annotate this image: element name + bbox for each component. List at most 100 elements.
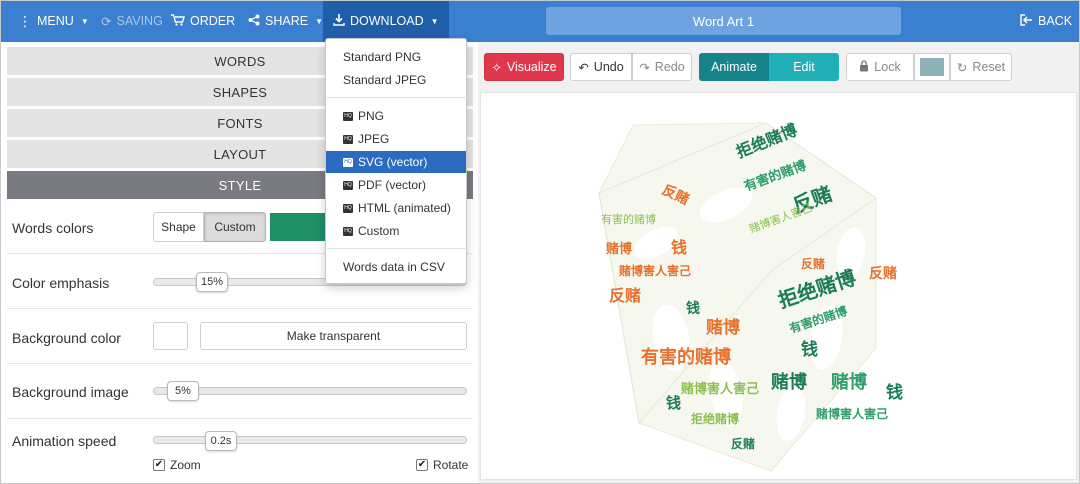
animation-speed-label: Animation speed [12,433,117,449]
share-icon [248,14,260,29]
hq-badge-icon: HQ [343,226,353,236]
slider-value: 0.2s [210,435,232,447]
download-label: DOWNLOAD [350,14,424,28]
cloud-word: 钱 [686,300,700,316]
menu-item-label: JPEG [358,132,390,146]
hq-badge-icon: HQ [343,157,353,167]
cloud-word: 钱 [801,339,818,359]
vertical-dots-icon: ⋮ [18,12,32,29]
cart-icon [171,13,185,29]
caret-down-icon: ▼ [430,16,439,26]
accordion-label: STYLE [218,177,262,193]
download-icon [333,13,345,29]
checkbox-checked-icon: ✔ [416,459,428,471]
redo-button[interactable]: ↷ Redo [632,53,692,81]
words-colors-shape-button[interactable]: Shape [153,212,204,242]
reset-button[interactable]: ↻ Reset [950,53,1012,81]
background-color-label: Background color [12,330,121,346]
cloud-word: 有害的赌博 [641,346,731,367]
cloud-word: 赌博 [770,371,807,392]
artwork-title-input[interactable]: Word Art 1 [546,7,901,35]
order-button[interactable]: ORDER [171,0,235,42]
slider-value: 15% [200,276,224,288]
zoom-checkbox[interactable]: ✔ Zoom [153,458,201,472]
animation-speed-slider[interactable] [153,436,467,444]
menu-item-label: Standard PNG [343,50,422,64]
sign-out-icon [1020,13,1033,29]
menu-item-label: Standard JPEG [343,73,427,87]
color-emphasis-label: Color emphasis [12,275,110,291]
hq-badge-icon: HQ [343,203,353,213]
menu-item-label: SVG (vector) [358,155,428,169]
menu-item-hq-jpeg[interactable]: HQ JPEG [326,128,466,150]
accordion-label: LAYOUT [213,146,267,162]
lock-button[interactable]: Lock [846,53,914,81]
animate-button[interactable]: Animate [699,53,769,81]
cloud-word: 赌博 [830,371,867,392]
rotate-checkbox[interactable]: ✔ Rotate [416,458,468,472]
hq-badge-icon: HQ [343,134,353,144]
download-button[interactable]: DOWNLOAD ▼ [323,0,449,42]
button-label: Shape [161,220,196,234]
menu-button[interactable]: ⋮ MENU ▼ [18,0,89,42]
menu-item-standard-png[interactable]: Standard PNG [326,46,466,68]
magic-wand-icon: ✧ [491,60,502,75]
accordion-label: SHAPES [212,84,268,100]
divider [7,363,473,364]
button-label: Edit [793,60,815,74]
button-label: Redo [654,60,685,74]
cloud-word: 赌博 [605,241,632,256]
button-label: Undo [593,60,624,74]
menu-item-csv[interactable]: Words data in CSV [326,256,466,278]
background-color-swatch[interactable] [153,322,188,350]
background-image-handle[interactable]: 5% [167,381,199,401]
refresh-icon: ↻ [956,60,968,75]
menu-item-standard-jpeg[interactable]: Standard JPEG [326,69,466,91]
saving-label: SAVING [116,14,163,28]
menu-item-svg[interactable]: HQ SVG (vector) [326,151,466,173]
make-transparent-button[interactable]: Make transparent [200,322,467,350]
button-label: Animate [711,60,757,74]
back-button[interactable]: BACK [1020,0,1072,42]
cloud-word: 赌博害人害己 [680,381,759,396]
caret-down-icon: ▼ [315,16,323,26]
sync-icon: ⟳ [101,14,112,29]
visualize-button[interactable]: ✧ Visualize [484,53,564,81]
menu-divider [327,248,467,249]
divider [7,418,473,419]
menu-item-label: PNG [358,109,385,123]
menu-item-custom[interactable]: HQ Custom [326,220,466,242]
undo-button[interactable]: ↶ Undo [570,53,632,81]
artwork-title: Word Art 1 [692,13,755,29]
color-emphasis-handle[interactable]: 15% [196,272,228,292]
menu-item-pdf[interactable]: HQ PDF (vector) [326,174,466,196]
lock-color-button[interactable] [914,53,950,81]
word-art-canvas[interactable]: 拒绝赌博 有害的赌博 反赌 反赌 赌博 钱 赌博害人害己 反赌 赌博 有害的赌博… [480,92,1077,480]
edit-button[interactable]: Edit [769,53,839,81]
slider-value: 5% [175,385,191,397]
cloud-word: 反赌 [801,256,825,271]
animation-speed-handle[interactable]: 0.2s [205,431,237,451]
words-color-swatch[interactable] [270,213,330,241]
download-dropdown-menu: Standard PNG Standard JPEG HQ PNG HQ JPEG … [325,38,467,284]
checkbox-label: Zoom [170,458,201,472]
caret-down-icon: ▼ [80,16,89,26]
hq-badge-icon: HQ [343,111,353,121]
divider [7,308,473,309]
share-button[interactable]: SHARE ▼ [248,0,323,42]
menu-item-hq-png[interactable]: HQ PNG [326,105,466,127]
button-label: Make transparent [286,329,381,343]
cloud-word: 有害的赌博 [601,212,656,226]
saving-indicator: ⟳ SAVING [101,0,163,42]
background-image-slider[interactable] [153,387,467,395]
cloud-word: 反赌 [731,436,755,451]
cloud-word: 赌博害人害己 [618,263,691,278]
cloud-word: 反赌 [869,265,897,281]
words-colors-custom-button[interactable]: Custom [204,212,266,242]
menu-divider [327,97,467,98]
order-label: ORDER [190,14,236,28]
menu-item-html[interactable]: HQ HTML (animated) [326,197,466,219]
cloud-word: 钱 [666,394,681,412]
top-bar: ⋮ MENU ▼ ⟳ SAVING ORDER SHARE ▼ DOWNLOAD… [0,0,1080,42]
lock-icon [859,59,869,75]
